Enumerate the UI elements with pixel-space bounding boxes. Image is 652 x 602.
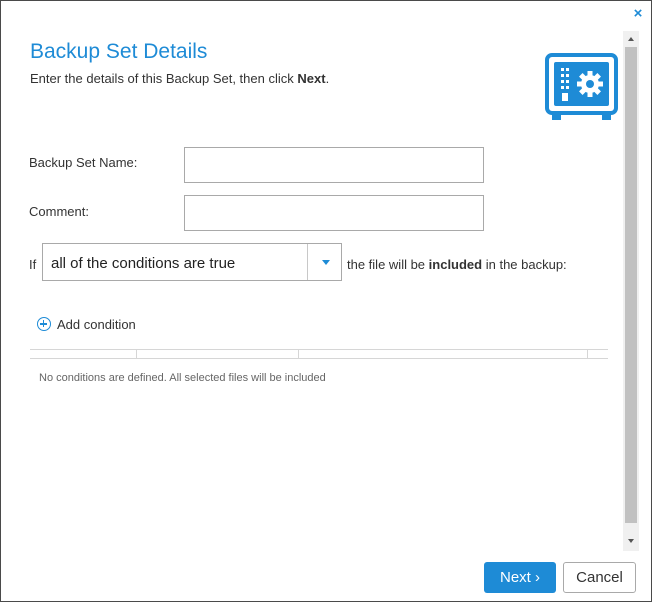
condition-mode-value: all of the conditions are true: [51, 255, 236, 272]
column-divider[interactable]: [136, 350, 137, 359]
safe-gear-icon: [545, 53, 618, 120]
dialog-subtitle: Enter the details of this Backup Set, th…: [30, 71, 329, 86]
subtitle-period: .: [325, 71, 330, 86]
subtitle-text: Enter the details of this Backup Set, th…: [30, 71, 298, 86]
close-icon[interactable]: ×: [631, 6, 645, 21]
backup-set-dialog: × Backup Set Details Enter the details o…: [0, 0, 652, 602]
select-divider: [307, 244, 308, 280]
included-prefix: the file will be: [347, 257, 429, 272]
add-condition-label: Add condition: [57, 317, 136, 332]
conditions-table-header: [30, 349, 608, 359]
comment-label: Comment:: [29, 204, 89, 219]
chevron-down-icon[interactable]: [322, 260, 330, 265]
column-divider[interactable]: [298, 350, 299, 359]
included-sentence: the file will be included in the backup:: [347, 257, 567, 272]
conditions-empty-message: No conditions are defined. All selected …: [39, 372, 326, 384]
scrollbar-thumb[interactable]: [625, 47, 637, 523]
if-label: If: [29, 257, 37, 272]
scroll-down-arrow-icon[interactable]: [623, 533, 639, 549]
column-divider[interactable]: [587, 350, 588, 359]
dialog-title: Backup Set Details: [30, 40, 208, 63]
scroll-up-arrow-icon[interactable]: [623, 31, 639, 47]
cancel-button[interactable]: Cancel: [563, 562, 636, 593]
included-suffix: in the backup:: [482, 257, 567, 272]
included-emphasis: included: [428, 257, 483, 272]
comment-input[interactable]: [184, 195, 484, 231]
next-button[interactable]: Next ›: [484, 562, 556, 593]
subtitle-next-emphasis: Next: [297, 71, 326, 86]
backup-set-name-label: Backup Set Name:: [29, 155, 138, 170]
backup-set-name-input[interactable]: [184, 147, 484, 183]
plus-circle-icon: [37, 317, 51, 331]
condition-mode-select[interactable]: all of the conditions are true: [42, 243, 342, 281]
